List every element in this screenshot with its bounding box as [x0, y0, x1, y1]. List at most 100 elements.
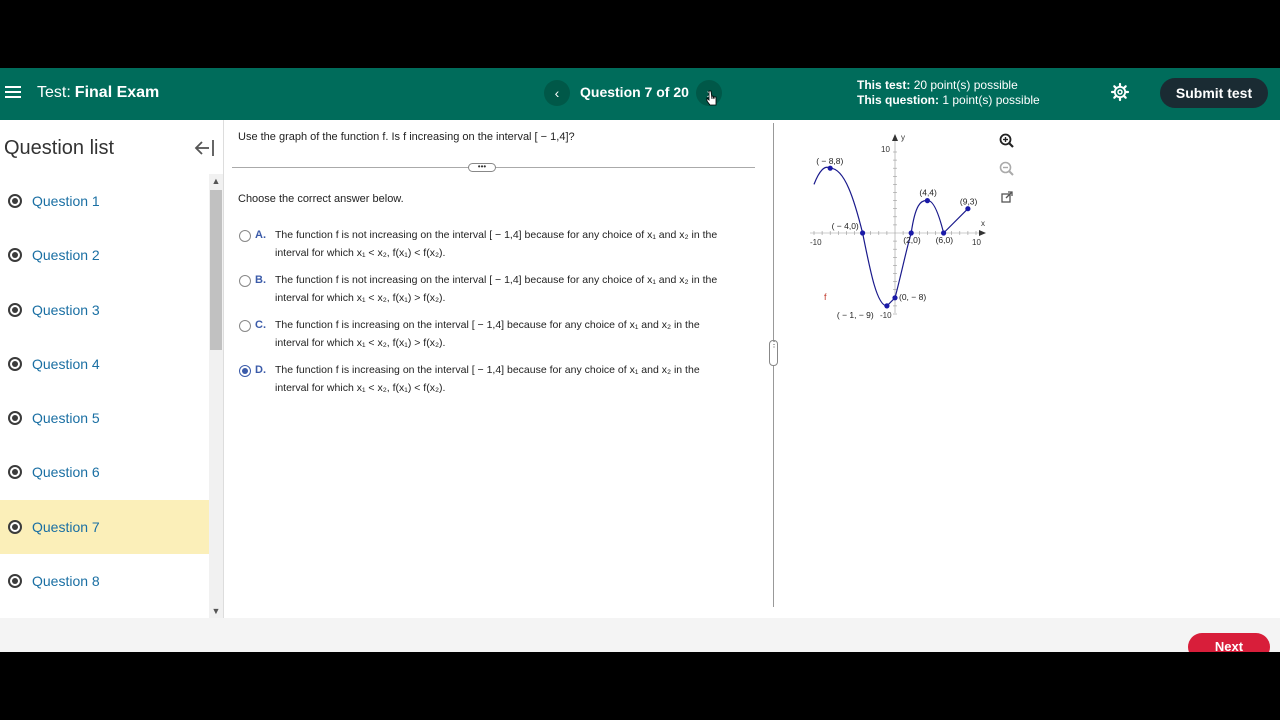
y-axis-label: y: [901, 133, 905, 142]
question-list-item-2[interactable]: Question 2: [0, 228, 209, 282]
question-list-item-5[interactable]: Question 5: [0, 391, 209, 445]
test-name: Final Exam: [74, 84, 160, 101]
graph-point-label: (2,0): [903, 235, 921, 245]
this-question-value: 1 point(s) possible: [942, 93, 1040, 107]
collapse-panel-icon[interactable]: [193, 138, 215, 158]
scroll-down-icon[interactable]: ▼: [209, 604, 223, 618]
function-graph: y x -10 10 10 -10 ( − 8,8) ( − 4,0) ( − 1,…: [810, 133, 986, 320]
option-letter: C.: [255, 319, 266, 331]
option-text-line2: interval for which x₁ < x₂, f(x₁) > f(x₂…: [275, 292, 446, 304]
mouse-cursor-icon: [706, 90, 717, 106]
x-axis-label: x: [981, 219, 985, 228]
radio-button-a[interactable]: [239, 230, 251, 242]
zoom-in-button[interactable]: [997, 131, 1017, 151]
question-list-item-4[interactable]: Question 4: [0, 337, 209, 391]
question-link[interactable]: Question 3: [32, 302, 100, 318]
question-list-title: Question list: [4, 137, 115, 159]
option-text-line1: The function f is increasing on the inte…: [275, 319, 700, 331]
answer-option-d[interactable]: D. The function f is increasing on the i…: [238, 360, 758, 400]
question-link[interactable]: Question 7: [32, 519, 100, 535]
test-label: Test:: [37, 84, 71, 101]
question-link[interactable]: Question 2: [32, 247, 100, 263]
popout-icon: [1001, 191, 1013, 203]
y-min-tick-label: -10: [880, 311, 892, 320]
option-text-line2: interval for which x₁ < x₂, f(x₁) > f(x₂…: [275, 337, 446, 349]
chevron-left-icon: ‹: [554, 85, 560, 101]
radio-button-c[interactable]: [239, 320, 251, 332]
test-title: Test: Final Exam: [37, 83, 159, 103]
graph-point-label: ( − 4,0): [832, 221, 859, 231]
question-list-scrollbar[interactable]: ▲ ▼: [209, 174, 223, 618]
question-link[interactable]: Question 1: [32, 193, 100, 209]
question-list-item-6[interactable]: Question 6: [0, 445, 209, 499]
option-letter: A.: [255, 229, 266, 241]
question-list: Question 1 Question 2 Question 3 Questio…: [0, 174, 209, 614]
scroll-thumb[interactable]: [210, 190, 222, 350]
question-link[interactable]: Question 5: [32, 410, 100, 426]
zoom-out-icon: [999, 161, 1014, 176]
graph-point: [965, 206, 971, 212]
next-button[interactable]: Next: [1188, 633, 1270, 652]
graph-point-label: (6,0): [936, 235, 954, 245]
answer-option-c[interactable]: C. The function f is increasing on the i…: [238, 315, 758, 355]
graph-point-label: ( − 8,8): [816, 156, 843, 166]
radio-button-d-selected[interactable]: [239, 365, 251, 377]
question-counter: Question 7 of 20: [580, 84, 689, 100]
answer-option-b[interactable]: B. The function f is not increasing on t…: [238, 270, 758, 310]
question-status-icon: [8, 356, 22, 371]
option-text-line1: The function f is not increasing on the …: [275, 229, 718, 241]
question-status-icon: [8, 248, 22, 263]
pane-resize-handle-icon[interactable]: ⋮: [769, 340, 778, 366]
option-text-line2: interval for which x₁ < x₂, f(x₁) < f(x₂…: [275, 247, 446, 259]
submit-test-button[interactable]: Submit test: [1160, 78, 1268, 108]
x-axis-arrow-icon: [979, 230, 986, 236]
answer-instruction: Choose the correct answer below.: [238, 193, 404, 205]
question-list-item-7-active[interactable]: Question 7: [0, 499, 209, 555]
question-link[interactable]: Question 4: [32, 356, 100, 372]
option-text-line1: The function f is increasing on the inte…: [275, 364, 700, 376]
graph-point: [860, 230, 866, 236]
option-text-line1: The function f is not increasing on the …: [275, 274, 718, 286]
question-list-panel: Question list Question 1 Question 2 Ques…: [0, 120, 224, 618]
zoom-in-icon: [999, 133, 1014, 148]
answer-option-a[interactable]: A. The function f is not increasing on t…: [238, 225, 758, 265]
zoom-out-button[interactable]: [997, 159, 1017, 179]
x-max-tick-label: 10: [972, 238, 981, 247]
hamburger-menu-icon[interactable]: [5, 84, 21, 100]
footer-bar: [0, 618, 1280, 652]
y-max-tick-label: 10: [881, 145, 890, 154]
scroll-up-icon[interactable]: ▲: [209, 174, 223, 188]
option-text-line2: interval for which x₁ < x₂, f(x₁) < f(x₂…: [275, 382, 446, 394]
settings-gear-icon[interactable]: [1110, 82, 1130, 102]
option-letter: D.: [255, 364, 266, 376]
graph-point: [892, 295, 898, 301]
option-letter: B.: [255, 274, 266, 286]
top-bar: Test:Final Exam ‹ Question 7 of 20 › Thi…: [0, 68, 1280, 120]
graph-point: [827, 165, 833, 171]
graph-point: [924, 198, 930, 204]
question-list-item-8[interactable]: Question 8: [0, 554, 209, 608]
question-status-icon: [8, 574, 22, 589]
question-prompt: Use the graph of the function f. Is f in…: [238, 131, 575, 143]
graph-point: [884, 303, 890, 309]
question-link[interactable]: Question 8: [32, 573, 100, 589]
question-status-icon: [8, 194, 22, 208]
popout-button[interactable]: [997, 187, 1017, 207]
graph-point-label: (0, − 8): [899, 292, 926, 302]
question-list-item-3[interactable]: Question 3: [0, 283, 209, 337]
y-axis-arrow-icon: [892, 134, 898, 141]
expand-handle-icon[interactable]: •••: [468, 163, 496, 172]
question-list-item-1[interactable]: Question 1: [0, 174, 209, 228]
question-status-icon: [8, 519, 22, 534]
graph-point-label: (9,3): [960, 197, 978, 207]
radio-button-b[interactable]: [239, 275, 251, 287]
question-status-icon: [8, 302, 22, 317]
function-label: f: [824, 292, 827, 302]
question-status-icon: [8, 411, 22, 426]
graph-point-label: (4,4): [919, 188, 937, 198]
this-test-label: This test:: [857, 78, 911, 92]
x-min-tick-label: -10: [810, 238, 822, 247]
question-link[interactable]: Question 6: [32, 464, 100, 480]
test-app: Test:Final Exam ‹ Question 7 of 20 › Thi…: [0, 68, 1280, 652]
previous-question-button[interactable]: ‹: [544, 80, 570, 106]
